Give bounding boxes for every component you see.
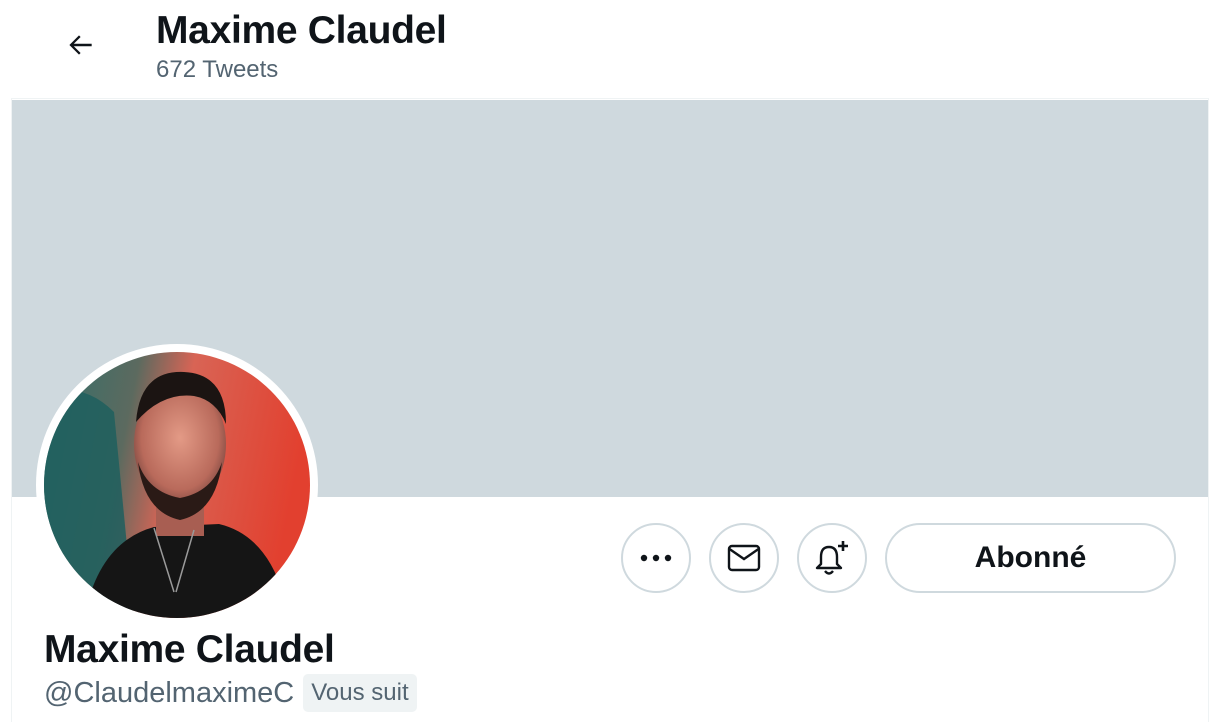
profile-header: Maxime Claudel 672 Tweets bbox=[11, 0, 1209, 99]
header-title: Maxime Claudel bbox=[156, 9, 447, 52]
back-button[interactable] bbox=[51, 15, 111, 75]
more-dots-icon bbox=[640, 554, 672, 562]
avatar[interactable] bbox=[44, 352, 310, 618]
following-button[interactable]: Abonné bbox=[885, 523, 1176, 593]
message-button[interactable] bbox=[709, 523, 779, 593]
handle-row: @ClaudelmaximeC Vous suit bbox=[44, 674, 417, 712]
tweet-count: 672 Tweets bbox=[156, 56, 279, 83]
more-button[interactable] bbox=[621, 523, 691, 593]
profile-name: Maxime Claudel bbox=[44, 628, 335, 671]
follows-you-badge: Vous suit bbox=[303, 674, 417, 712]
envelope-icon bbox=[727, 544, 761, 572]
arrow-left-icon bbox=[69, 35, 92, 55]
bell-plus-icon bbox=[815, 541, 848, 575]
avatar-photo bbox=[44, 352, 310, 618]
profile-handle: @ClaudelmaximeC bbox=[44, 676, 295, 709]
notifications-button[interactable] bbox=[797, 523, 867, 593]
